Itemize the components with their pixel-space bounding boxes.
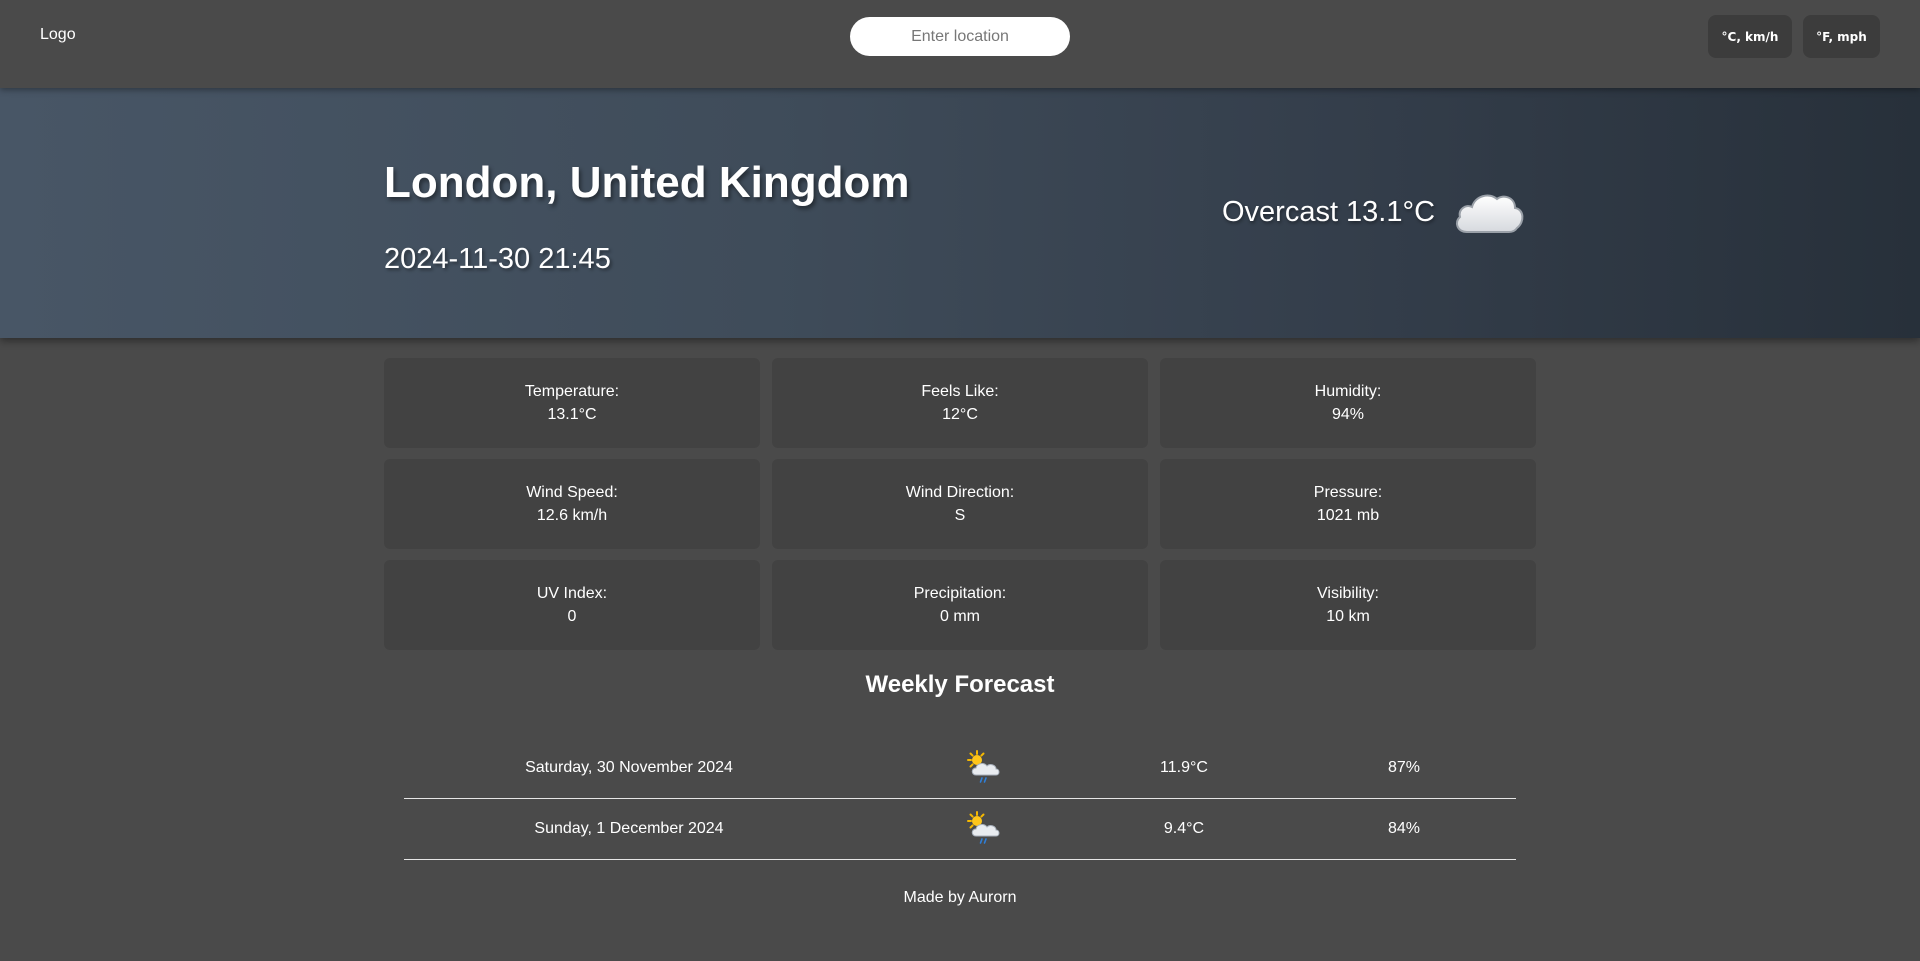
forecast-date: Sunday, 1 December 2024 (534, 820, 724, 837)
location-title: London, United Kingdom (384, 158, 910, 207)
forecast-temperature: 9.4°C (1163, 820, 1205, 837)
stat-value: 12.6 km/h (536, 507, 608, 524)
local-datetime: 2024-11-30 21:45 (384, 243, 611, 275)
stat-card-precipitation: Precipitation: 0 mm (772, 560, 1148, 650)
location-search-input[interactable] (850, 17, 1070, 56)
current-weather-banner: London, United Kingdom 2024-11-30 21:45 … (0, 88, 1920, 338)
metric-units-button[interactable]: °C, km/h (1708, 15, 1792, 58)
stat-label: UV Index: (536, 585, 608, 602)
stat-label: Visibility: (1317, 585, 1379, 602)
forecast-humidity: 87% (1387, 759, 1421, 776)
footer-credit: Made by Aurorn (903, 889, 1017, 906)
sun-cloud-rain-icon (967, 750, 1000, 783)
stat-value: 10 km (1326, 608, 1370, 625)
stat-label: Temperature: (524, 383, 620, 400)
stat-value: 1021 mb (1316, 507, 1380, 524)
weather-stats-grid: Temperature: 13.1°C Feels Like: 12°C Hum… (384, 358, 1536, 650)
forecast-temperature: 11.9°C (1160, 759, 1208, 776)
stat-card-uv-index: UV Index: 0 (384, 560, 760, 650)
stat-label: Precipitation: (913, 585, 1007, 602)
stat-value: 13.1°C (547, 406, 597, 423)
logo[interactable]: Logo (40, 26, 76, 44)
condition-text: Overcast (1222, 195, 1339, 228)
stat-card-pressure: Pressure: 1021 mb (1160, 459, 1536, 549)
top-bar: Logo °C, km/h °F, mph (0, 0, 1920, 88)
weekly-forecast-heading: Weekly Forecast (865, 671, 1055, 698)
stat-card-visibility: Visibility: 10 km (1160, 560, 1536, 650)
forecast-row: Saturday, 30 November 2024 11.9°C 87% (404, 738, 1516, 799)
imperial-units-button[interactable]: °F, mph (1803, 15, 1880, 58)
stat-card-humidity: Humidity: 94% (1160, 358, 1536, 448)
forecast-table: Saturday, 30 November 2024 11.9°C 87% Su… (404, 738, 1516, 860)
stat-label: Wind Direction: (905, 484, 1015, 501)
stat-label: Pressure: (1313, 484, 1383, 501)
stat-value: 12°C (942, 406, 978, 423)
forecast-humidity: 84% (1387, 820, 1421, 837)
stat-card-wind-direction: Wind Direction: S (772, 459, 1148, 549)
forecast-row: Sunday, 1 December 2024 9.4°C 84% (404, 799, 1516, 860)
cloud-icon (1455, 194, 1524, 233)
stat-value: 0 mm (940, 608, 980, 625)
stat-label: Humidity: (1314, 383, 1382, 400)
condition-temperature: 13.1°C (1346, 195, 1436, 228)
stat-value: 0 (567, 608, 577, 625)
stat-card-temperature: Temperature: 13.1°C (384, 358, 760, 448)
stat-label: Feels Like: (921, 383, 999, 400)
stat-card-wind-speed: Wind Speed: 12.6 km/h (384, 459, 760, 549)
stat-label: Wind Speed: (526, 484, 618, 501)
forecast-date: Saturday, 30 November 2024 (525, 759, 733, 776)
stat-value: S (954, 507, 966, 524)
sun-cloud-rain-icon (967, 811, 1000, 844)
stat-value: 94% (1331, 406, 1365, 423)
stat-card-feels-like: Feels Like: 12°C (772, 358, 1148, 448)
current-condition: Overcast 13.1°C (1222, 184, 1527, 240)
